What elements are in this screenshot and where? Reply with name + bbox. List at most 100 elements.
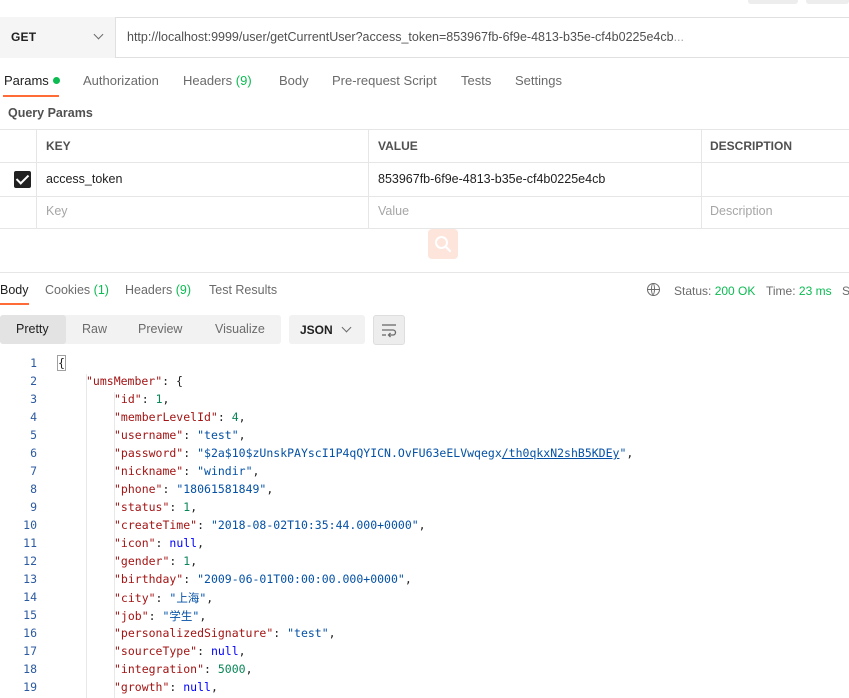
tab-tests[interactable]: Tests (461, 73, 491, 88)
json-punctuation: : (183, 572, 198, 586)
code-text: "status": 1, (114, 500, 197, 514)
param-enabled-checkbox[interactable] (14, 171, 31, 188)
param-key-input[interactable]: access_token (46, 172, 122, 186)
code-text: "gender": 1, (114, 554, 197, 568)
json-punctuation: , (197, 536, 205, 550)
json-key: "memberLevelId" (114, 410, 218, 424)
json-null: null (210, 644, 239, 658)
code-line: 2 "umsMember": { (0, 374, 849, 392)
json-punctuation: : (197, 518, 211, 532)
tab-authorization[interactable]: Authorization (83, 73, 159, 88)
line-number: 6 (30, 446, 37, 460)
new-param-description-input[interactable]: Description (710, 204, 773, 218)
code-text: "createTime": "2018-08-02T10:35:44.000+0… (114, 518, 426, 532)
response-tab-body[interactable]: Body (0, 283, 29, 297)
json-null: null (183, 680, 211, 694)
json-punctuation: : (183, 446, 198, 460)
params-active-dot (52, 77, 60, 84)
top-button-fragment[interactable] (748, 0, 798, 4)
tab-headers[interactable]: Headers (9) (183, 73, 252, 88)
globe-icon[interactable] (647, 283, 660, 296)
code-text: "sourceType": null, (114, 644, 246, 658)
code-line: 17 "sourceType": null, (0, 644, 849, 662)
status-value[interactable]: 200 OK (715, 284, 756, 298)
line-number: 19 (23, 680, 37, 694)
tab-tests-label: Tests (461, 73, 492, 88)
param-value-input[interactable]: 853967fb-6f9e-4813-b35e-cf4b0225e4cb (378, 172, 605, 186)
param-description-input[interactable] (710, 172, 840, 188)
code-text: "memberLevelId": 4, (114, 410, 246, 424)
json-punctuation: , (238, 644, 246, 658)
json-punctuation: : (169, 500, 184, 514)
tab-params-label: Params (4, 73, 49, 88)
method-select[interactable]: GET (0, 17, 116, 58)
url-input[interactable]: http://localhost:9999/user/getCurrentUse… (127, 30, 684, 44)
line-number: 5 (30, 428, 37, 442)
json-punctuation: : (155, 591, 170, 605)
view-mode-preview[interactable]: Preview (138, 322, 182, 336)
view-mode-pretty[interactable]: Pretty (16, 322, 49, 336)
response-tab-body-label: Body (0, 283, 29, 297)
json-punctuation: , (190, 554, 198, 568)
line-number: 4 (30, 410, 37, 424)
code-line: 19 "growth": null, (0, 680, 849, 698)
line-number: 15 (23, 608, 37, 622)
json-key: "growth" (114, 680, 170, 694)
json-key: "password" (114, 446, 184, 460)
response-tab-cookies-label: Cookies (45, 283, 91, 297)
query-params-title: Query Params (8, 106, 93, 120)
new-param-value-input[interactable]: Value (378, 204, 409, 218)
tab-settings[interactable]: Settings (515, 73, 562, 88)
response-tab-test-results[interactable]: Test Results (209, 283, 277, 297)
json-punctuation: , (162, 392, 170, 406)
json-punctuation: , (404, 572, 412, 586)
code-text: "phone": "18061581849", (114, 482, 273, 496)
json-string: "test" (287, 626, 329, 640)
view-mode-visualize[interactable]: Visualize (215, 322, 265, 336)
json-punctuation: : (141, 392, 156, 406)
line-number: 11 (23, 536, 37, 550)
json-punctuation: : (204, 662, 218, 676)
tab-body[interactable]: Body (279, 73, 309, 88)
status-label: Status: (674, 284, 712, 298)
json-key: "integration" (114, 662, 205, 676)
code-text: "nickname": "windir", (114, 464, 259, 478)
code-line: 6 "password": "$2a$10$zUnskPAYscI1P4qQYIC… (0, 446, 849, 464)
code-text: "icon": null, (114, 536, 204, 550)
json-key: "icon" (114, 536, 156, 550)
new-param-key-input[interactable]: Key (46, 204, 68, 218)
line-number: 12 (23, 554, 37, 568)
json-key: "username" (114, 428, 184, 442)
code-line: 4 "memberLevelId": 4, (0, 410, 849, 428)
json-key: "city" (114, 591, 156, 605)
json-punctuation: : (169, 554, 184, 568)
top-button-fragment-2[interactable] (806, 0, 849, 4)
time-label: Time: (766, 284, 796, 298)
json-key: "createTime" (114, 518, 198, 532)
response-tab-headers[interactable]: Headers (9) (125, 283, 191, 297)
json-string: "test" (197, 428, 239, 442)
tab-params[interactable]: Params (4, 73, 60, 88)
time-value[interactable]: 23 ms (799, 284, 832, 298)
code-text: "umsMember": { (86, 374, 183, 388)
format-label: JSON (300, 323, 333, 337)
code-line: 3 "id": 1, (0, 392, 849, 410)
json-key: "job" (114, 609, 149, 623)
wrap-lines-button[interactable] (373, 315, 405, 345)
code-line: 7 "nickname": "windir", (0, 464, 849, 482)
code-line: 16 "personalizedSignature": "test", (0, 626, 849, 644)
code-line: 8 "phone": "18061581849", (0, 482, 849, 500)
tab-active-indicator (3, 95, 59, 97)
response-tab-test-results-label: Test Results (209, 283, 278, 297)
json-punctuation: , (206, 591, 214, 605)
code-text: "personalizedSignature": "test", (114, 626, 336, 640)
json-number: 1 (155, 392, 163, 406)
tab-pre-request-script[interactable]: Pre-request Script (332, 73, 437, 88)
table-border-row (0, 196, 849, 197)
tab-headers-badge: (9) (235, 73, 252, 88)
response-tab-cookies[interactable]: Cookies (1) (45, 283, 109, 297)
json-punctuation: , (245, 662, 253, 676)
view-mode-raw[interactable]: Raw (82, 322, 107, 336)
json-string: /th0qkxN2shB5KDEy (501, 446, 620, 460)
line-number: 1 (30, 356, 37, 370)
